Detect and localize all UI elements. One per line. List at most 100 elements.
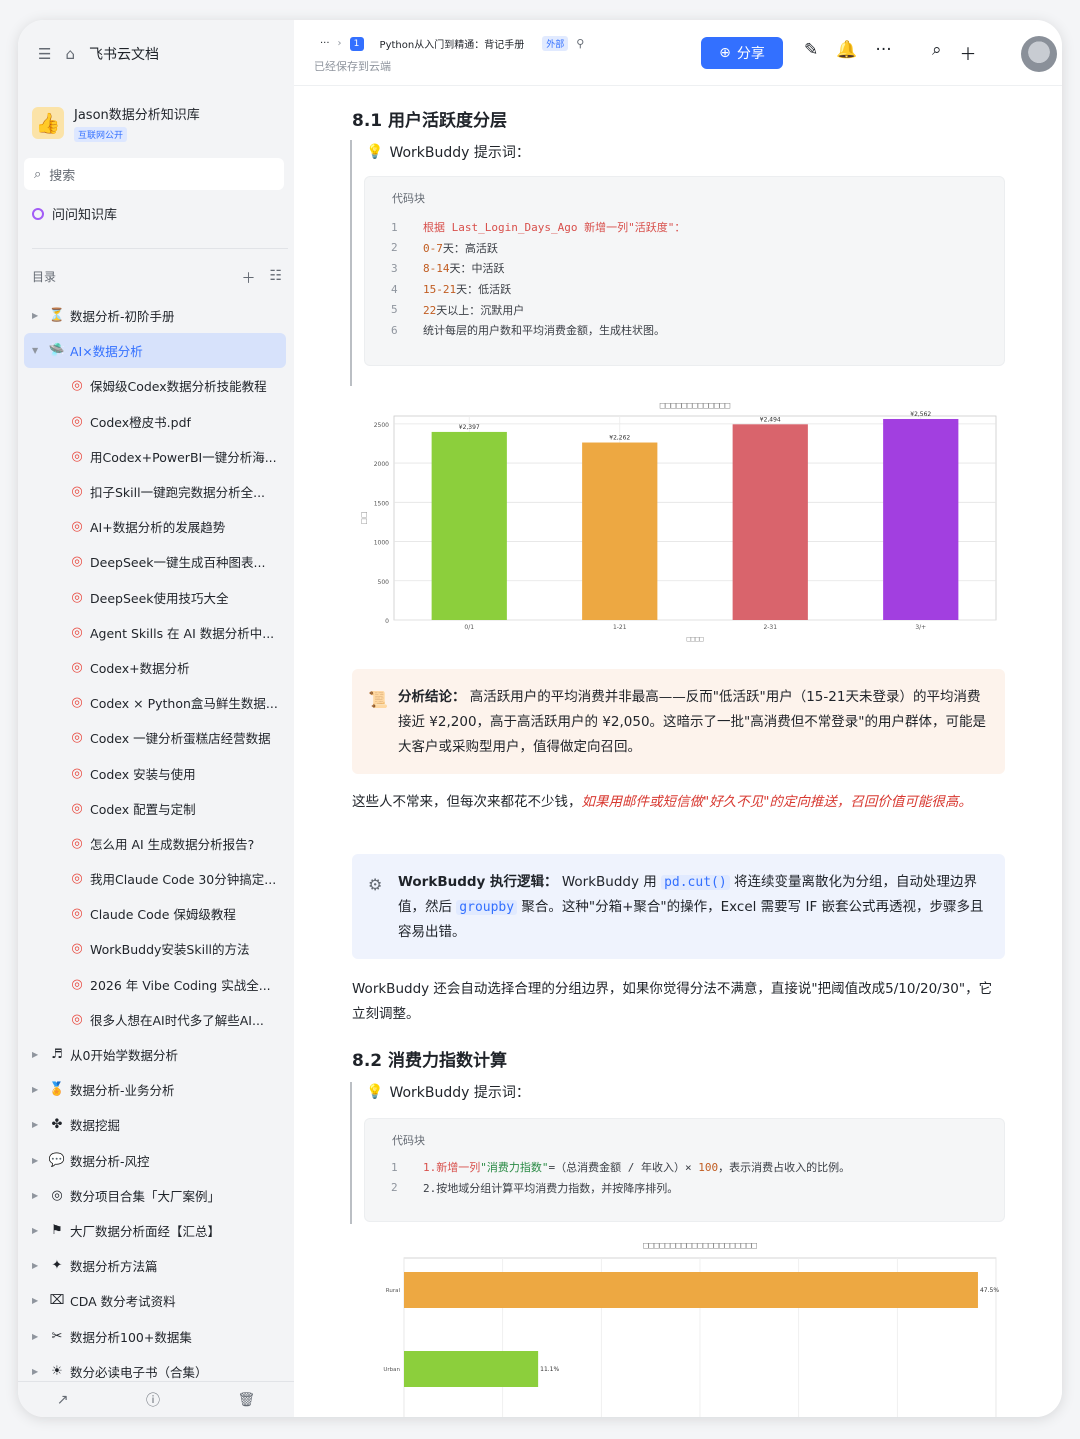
caret-right-icon[interactable]: ▶: [32, 1367, 46, 1376]
toc-list-icon[interactable]: ☷: [269, 268, 282, 288]
code-text: 15-21天：低活跃: [423, 281, 511, 297]
toc-page[interactable]: ◎ Codex 安装与使用: [24, 755, 286, 790]
toc-page[interactable]: ◎ 2026 年 Vibe Coding 实战全...: [24, 967, 286, 1002]
toc-page[interactable]: ◎ 很多人想在AI时代多了解些AI...: [24, 1002, 286, 1037]
toc-page[interactable]: ◎ Codex橙皮书.pdf: [24, 404, 286, 439]
code-line: 4 15-21天：低活跃: [391, 279, 685, 300]
code-line: 1 1.新增一列"消费力指数"=（总消费金额 / 年收入）× 100，表示消费占收…: [391, 1157, 850, 1178]
x-tick-label: 1-21: [613, 624, 627, 631]
toc-item-icon: ♬: [51, 1047, 63, 1063]
toc-item-label: Codex 配置与定制: [90, 801, 196, 817]
toc-folder[interactable]: ▶ ✦ 数据分析方法篇: [24, 1248, 286, 1283]
toc-item-label: AI+数据分析的发展趋势: [90, 520, 226, 536]
caret-right-icon[interactable]: ▶: [32, 1261, 46, 1270]
toc-folder[interactable]: ▶ ◎ 数分项目合集「大厂案例」: [24, 1178, 286, 1213]
share-out-icon[interactable]: ↗: [57, 1392, 69, 1408]
search-icon[interactable]: ⌕: [932, 40, 942, 65]
y-tick-label: 1500: [374, 500, 389, 507]
toc-page[interactable]: ◎ Codex × Python盒马鲜生数据...: [24, 685, 286, 720]
code-token: 2.按地域分组计算平均消费力指数，并按降序排列。: [423, 1181, 679, 1195]
paragraph-plain: 这些人不常来，但每次来都花不少钱，: [352, 794, 582, 810]
toc-page[interactable]: ◎ 保姆级Codex数据分析技能教程: [24, 368, 286, 403]
toc-page[interactable]: ◎ Agent Skills 在 AI 数据分析中...: [24, 615, 286, 650]
toc-item-icon: 🛸: [48, 343, 66, 359]
caret-right-icon[interactable]: ▶: [32, 1226, 46, 1235]
bar: [883, 418, 959, 620]
search-input[interactable]: ⌕ 搜索: [24, 158, 284, 190]
ask-knowledge-base-button[interactable]: 问问知识库: [32, 204, 117, 223]
caret-right-icon[interactable]: ▶: [32, 1050, 46, 1059]
toc-item-icon: ◎: [71, 589, 83, 605]
doc-title[interactable]: Python从入门到精通：背记手册: [380, 36, 525, 51]
collapse-sidebar-icon[interactable]: ☰: [38, 45, 51, 63]
home-icon[interactable]: ⌂: [65, 45, 75, 63]
toc-page[interactable]: ◎ WorkBuddy安装Skill的方法: [24, 931, 286, 966]
caret-right-icon[interactable]: ▶: [32, 1191, 46, 1200]
info-icon[interactable]: ⓘ: [146, 1390, 160, 1410]
bar-value-label: ¥2,397: [459, 424, 480, 431]
paragraph: WorkBuddy 还会自动选择合理的分组边界，如果你觉得分法不满意，直接说"把…: [352, 981, 993, 1022]
toc-page[interactable]: ◎ DeepSeek一键生成百种图表...: [24, 544, 286, 579]
toc-folder[interactable]: ▶ ♬ 从0开始学数据分析: [24, 1037, 286, 1072]
toc-item-label: DeepSeek使用技巧大全: [90, 590, 229, 606]
toc-folder[interactable]: ▶ ⏳ 数据分析-初阶手册: [24, 298, 286, 333]
toc-page[interactable]: ◎ DeepSeek使用技巧大全: [24, 580, 286, 615]
code-lines: 1 根据 Last_Login_Days_Ago 新增一列"活跃度"： 2 0-7天：…: [391, 217, 685, 341]
toc-item-label: Codex橙皮书.pdf: [90, 414, 191, 430]
quote-bar: [350, 1082, 352, 1224]
chart-title: □□□□□□□□□□□□□: [660, 401, 731, 411]
toc-folder[interactable]: ▶ 🏅 数据分析-业务分析: [24, 1072, 286, 1107]
code-line: 3 8-14天：中活跃: [391, 258, 685, 279]
toc-page[interactable]: ◎ 我用Claude Code 30分钟搞定...: [24, 861, 286, 896]
add-page-icon[interactable]: ＋: [241, 268, 255, 288]
caret-right-icon[interactable]: ▶: [32, 1332, 46, 1341]
code-block-label: 代码块: [392, 1134, 425, 1147]
share-button[interactable]: ⊕ 分享: [701, 37, 783, 69]
caret-right-icon[interactable]: ▶: [32, 1156, 46, 1165]
app-title[interactable]: 飞书云文档: [89, 44, 159, 64]
code-text: 根据 Last_Login_Days_Ago 新增一列"活跃度"：: [423, 219, 685, 235]
code-token: 根据 Last_Login_Days_Ago 新增一列"活跃度"：: [423, 221, 686, 235]
caret-right-icon[interactable]: ▶: [32, 1085, 46, 1094]
toc-page[interactable]: ◎ AI+数据分析的发展趋势: [24, 509, 286, 544]
trash-icon[interactable]: 🗑: [237, 1392, 255, 1408]
toc-page[interactable]: ◎ Codex+数据分析: [24, 650, 286, 685]
chevron-right-icon: ›: [337, 38, 342, 49]
more-icon[interactable]: ···: [875, 40, 891, 60]
code-block[interactable]: 代码块 1 1.新增一列"消费力指数"=（总消费金额 / 年收入）× 100，表示…: [364, 1118, 1005, 1222]
edit-icon[interactable]: ✎: [804, 40, 818, 60]
callout-text: 高活跃用户的平均消费并非最高——反而"低活跃"用户（15-21天未登录）的平均消…: [398, 689, 986, 755]
toc-folder[interactable]: ▶ ✤ 数据挖掘: [24, 1107, 286, 1142]
knowledge-base-header[interactable]: 👍 Jason数据分析知识库 互联网公开: [32, 100, 282, 146]
avatar[interactable]: [1021, 36, 1057, 72]
toc-page[interactable]: ◎ Codex 配置与定制: [24, 791, 286, 826]
caret-down-icon[interactable]: ▼: [32, 346, 46, 355]
code-block[interactable]: 代码块 1 根据 Last_Login_Days_Ago 新增一列"活跃度"： 2 0…: [364, 176, 1005, 366]
line-number: 1: [391, 1160, 398, 1174]
toc-item-icon: ◎: [71, 554, 83, 570]
line-number: 5: [391, 303, 398, 317]
toc-item-icon: ◎: [71, 800, 83, 816]
toc-page[interactable]: ◎ Codex 一键分析蛋糕店经营数据: [24, 720, 286, 755]
toc-page[interactable]: ◎ 用Codex+PowerBI一键分析海...: [24, 439, 286, 474]
breadcrumb-more[interactable]: ···: [320, 38, 330, 49]
toc-item-icon: ✤: [51, 1117, 63, 1133]
toc-folder[interactable]: ▶ ✂ 数据分析100+数据集: [24, 1318, 286, 1353]
doc-badge-icon: 1: [349, 36, 364, 51]
caret-right-icon[interactable]: ▶: [32, 1296, 46, 1305]
toc-folder[interactable]: ▼ 🛸 AI×数据分析: [24, 333, 286, 369]
toc-page[interactable]: ◎ 扣子Skill一键跑完数据分析全...: [24, 474, 286, 509]
bar: [404, 1351, 539, 1387]
toc-folder[interactable]: ▶ 💬 数据分析-风控: [24, 1143, 286, 1178]
divider: [32, 248, 288, 249]
pin-icon[interactable]: ⚲: [576, 37, 584, 50]
toc-folder[interactable]: ▶ ⌧ CDA 数分考试资料: [24, 1283, 286, 1318]
toc-page[interactable]: ◎ 怎么用 AI 生成数据分析报告?: [24, 826, 286, 861]
toc-folder[interactable]: ▶ ⚑ 大厂数据分析面经【汇总】: [24, 1213, 286, 1248]
bell-icon[interactable]: 🔔: [836, 40, 857, 60]
caret-right-icon[interactable]: ▶: [32, 1120, 46, 1129]
add-icon[interactable]: ＋: [960, 40, 977, 65]
toc-page[interactable]: ◎ Claude Code 保姆级教程: [24, 896, 286, 931]
caret-right-icon[interactable]: ▶: [32, 311, 46, 320]
toc-title: 目录: [32, 270, 57, 284]
